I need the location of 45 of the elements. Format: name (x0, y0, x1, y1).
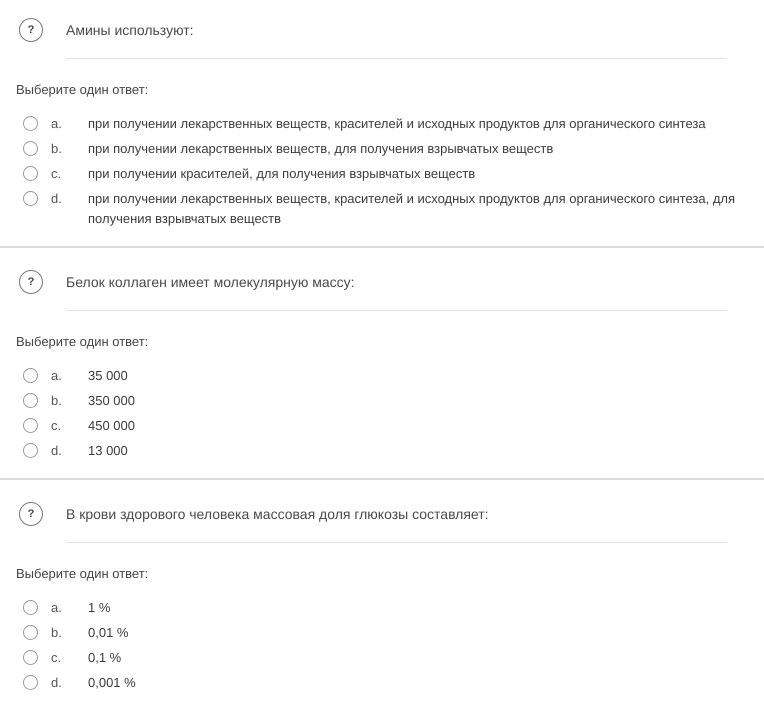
option-letter: b. (51, 140, 63, 158)
question-text: Белок коллаген имеет молекулярную массу: (66, 274, 355, 290)
radio-button[interactable] (23, 116, 38, 131)
question-mark-icon: ? (19, 502, 43, 526)
option-text: при получении лекарственных веществ, для получения взрывчатых веществ (88, 140, 554, 158)
option-text: 450 000 (88, 416, 135, 434)
option-text: 35 000 (88, 366, 128, 384)
radio-button[interactable] (23, 600, 38, 615)
radio-button[interactable] (23, 443, 38, 458)
option-letter: c. (51, 416, 62, 434)
option-letter: a. (51, 598, 63, 616)
option-text: 13 000 (88, 442, 128, 460)
option-letter: c. (51, 648, 62, 666)
question-mark-icon: ? (19, 270, 43, 294)
radio-button[interactable] (23, 166, 38, 181)
question-text: Амины используют: (66, 22, 194, 38)
option-text: 350 000 (88, 392, 135, 410)
answer-prompt: Выберите один ответ: (16, 566, 148, 582)
radio-button[interactable] (23, 141, 38, 156)
option-text: 0,01 % (88, 624, 128, 642)
radio-button[interactable] (23, 675, 38, 690)
option-letter: a. (51, 366, 63, 384)
radio-button[interactable] (23, 368, 38, 383)
option-letter: b. (51, 624, 63, 642)
option-letter: c. (51, 164, 62, 182)
option-text: 0,001 % (88, 674, 136, 692)
option-letter: d. (51, 442, 63, 460)
option-letter: d. (51, 674, 63, 692)
radio-button[interactable] (23, 625, 38, 640)
radio-button[interactable] (23, 418, 38, 433)
radio-button[interactable] (23, 191, 38, 206)
answer-prompt: Выберите один ответ: (16, 82, 148, 98)
question-mark-icon: ? (19, 18, 43, 42)
option-letter: b. (51, 392, 63, 410)
question-text: В крови здорового человека массовая доля глюкозы составляет: (66, 506, 489, 522)
option-text: при получении красителей, для получения взрывчатых веществ (88, 164, 476, 183)
option-text: 1 % (88, 598, 110, 616)
option-text: при получении лекарственных веществ, красителей и исходных продуктов для органического синтеза, для получения взрывчатых веществ (88, 190, 736, 228)
option-letter: a. (51, 114, 63, 132)
answer-prompt: Выберите один ответ: (16, 334, 148, 350)
option-text: 0,1 % (88, 648, 122, 666)
option-text: при получении лекарственных веществ, красителей и исходных продуктов для органического синтеза (88, 114, 706, 133)
radio-button[interactable] (23, 650, 38, 665)
radio-button[interactable] (23, 393, 38, 408)
option-letter: d. (51, 190, 63, 208)
